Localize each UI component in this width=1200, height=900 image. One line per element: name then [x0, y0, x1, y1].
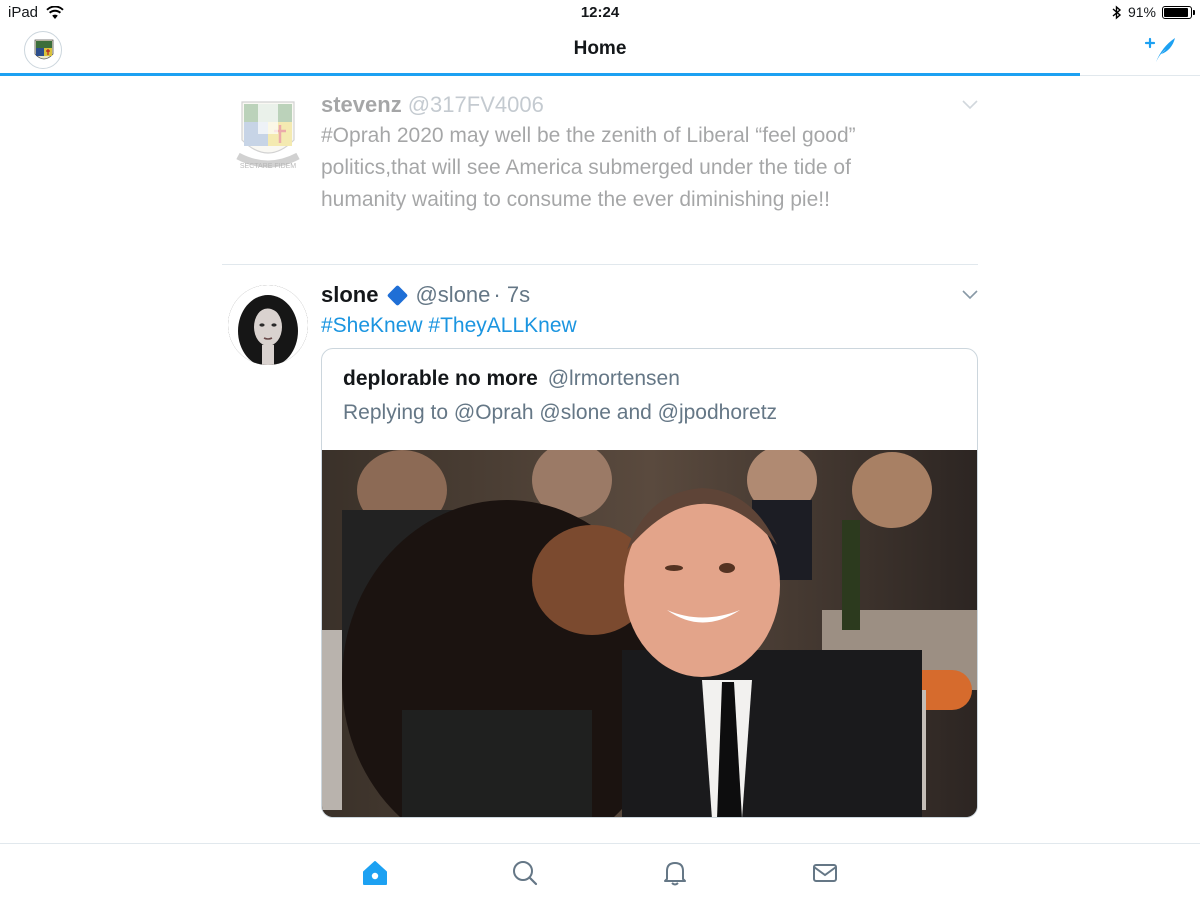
tab-bar	[0, 843, 1200, 900]
quoted-author-name[interactable]: deplorable no more	[343, 367, 538, 390]
status-bar: iPad 12:24 91%	[0, 0, 1200, 26]
quoted-tweet-header: deplorable no more @lrmortensen	[343, 367, 680, 391]
tab-search[interactable]	[510, 858, 540, 888]
refresh-progress-bar	[0, 73, 1080, 76]
status-right: 91%	[1112, 4, 1195, 20]
messages-envelope-icon	[813, 864, 837, 882]
quoted-tweet[interactable]: deplorable no more @lrmortensen Replying…	[321, 348, 978, 818]
tab-home[interactable]	[360, 858, 390, 888]
tweet[interactable]: SECTARE FIDEM stevenz @317FV4006 #Oprah …	[222, 92, 978, 242]
quoted-tweet-photo[interactable]	[322, 450, 977, 817]
tweet-text-line: humanity waiting to consume the ever dim…	[321, 188, 830, 211]
search-icon	[513, 861, 538, 886]
event-photo-image	[322, 450, 977, 817]
tweet-author-handle[interactable]: @317FV4006	[408, 92, 544, 118]
hashtag-link[interactable]: #TheyALLKnew	[428, 314, 576, 337]
bluetooth-icon	[1112, 4, 1122, 20]
hashtag-link[interactable]: #SheKnew	[321, 314, 423, 337]
tab-notifications[interactable]	[660, 858, 690, 888]
tweet-header: slone @slone · 7s	[321, 282, 978, 308]
verified-badge-icon	[387, 284, 409, 306]
nav-bar: Home	[0, 26, 1200, 76]
crest-avatar-icon: SECTARE FIDEM	[236, 101, 300, 170]
compose-quill-icon	[1144, 37, 1175, 62]
battery-fill	[1164, 7, 1188, 17]
quoted-reply-context: Replying to @Oprah @slone and @jpodhoret…	[343, 401, 778, 424]
tweet[interactable]: slone @slone · 7s #SheKnew #TheyALLKnew …	[222, 282, 978, 822]
status-time: 12:24	[580, 4, 620, 21]
portrait-avatar-icon	[228, 285, 308, 365]
tweet-avatar[interactable]	[228, 285, 308, 365]
tweet-text: #Oprah 2020 may well be the zenith of Li…	[321, 120, 978, 216]
chevron-down-icon[interactable]	[962, 290, 978, 300]
home-icon	[363, 861, 387, 885]
tweet-body: stevenz @317FV4006 #Oprah 2020 may well …	[321, 92, 978, 216]
tweet-text-line: #Oprah 2020 may well be the zenith of Li…	[321, 124, 856, 147]
quoted-author-handle[interactable]: @lrmortensen	[548, 367, 680, 390]
tab-messages[interactable]	[810, 858, 840, 888]
tweet-avatar[interactable]: SECTARE FIDEM	[228, 96, 308, 176]
avatar-motto: SECTARE FIDEM	[240, 163, 296, 170]
chevron-down-icon[interactable]	[962, 100, 978, 110]
tweet-text-line: politics,that will see America submerged…	[321, 156, 851, 179]
battery-icon	[1162, 5, 1195, 19]
page-title: Home	[573, 38, 627, 59]
tweet-body: slone @slone · 7s #SheKnew #TheyALLKnew	[321, 282, 978, 342]
tweet-author-name[interactable]: stevenz	[321, 92, 402, 118]
tweet-timestamp[interactable]: · 7s	[493, 282, 530, 308]
compose-tweet-button[interactable]	[1144, 34, 1178, 66]
tweet-author-handle[interactable]: @slone	[415, 282, 490, 308]
tweet-header: stevenz @317FV4006	[321, 92, 978, 118]
tweet-divider	[222, 264, 978, 265]
notifications-bell-icon	[664, 862, 686, 886]
tweet-text: #SheKnew #TheyALLKnew	[321, 310, 978, 342]
tweet-author-name[interactable]: slone	[321, 282, 378, 308]
battery-percent: 91%	[1127, 4, 1156, 20]
